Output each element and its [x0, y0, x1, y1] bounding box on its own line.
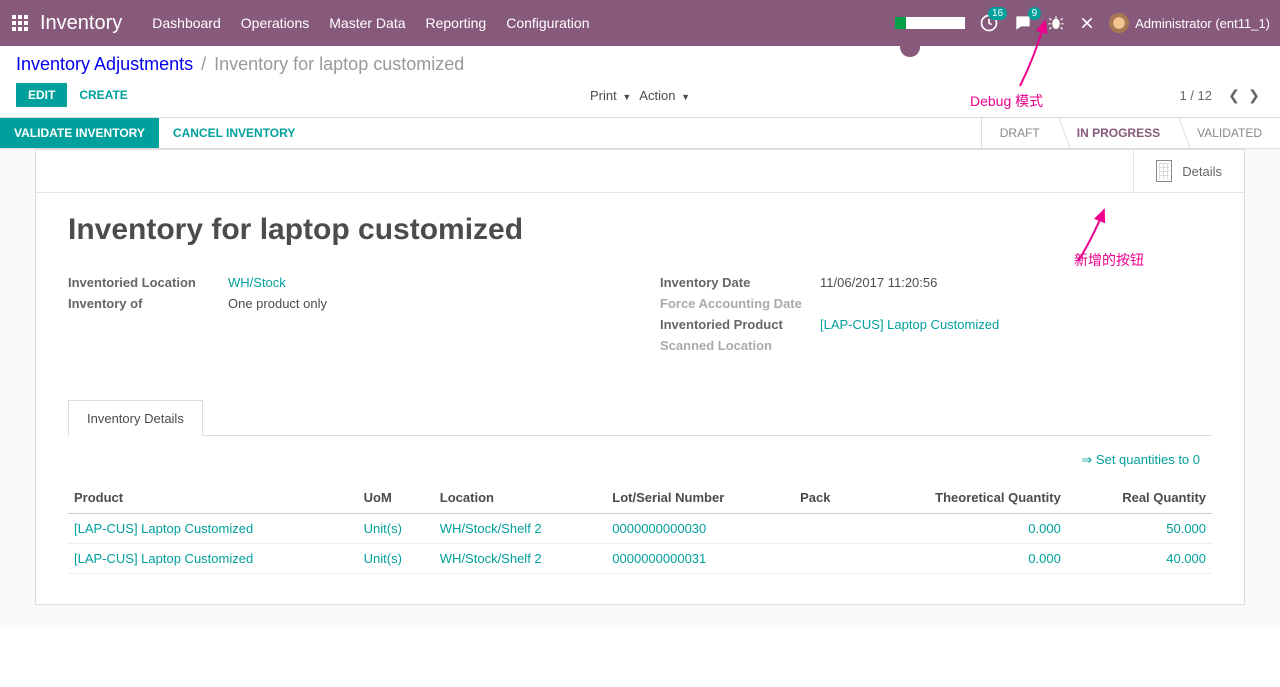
- tabs: Inventory Details ⇒ Set quantities to 0 …: [68, 399, 1212, 574]
- user-menu[interactable]: Administrator (ent11_1): [1109, 13, 1270, 33]
- cell-product[interactable]: [LAP-CUS] Laptop Customized: [68, 544, 358, 574]
- breadcrumb: Inventory Adjustments / Inventory for la…: [16, 54, 1264, 75]
- label-scanned: Scanned Location: [660, 338, 820, 353]
- details-button[interactable]: Details: [1133, 150, 1244, 192]
- messages-badge: 9: [1028, 7, 1042, 20]
- col-pack[interactable]: Pack: [794, 482, 858, 514]
- col-lot[interactable]: Lot/Serial Number: [606, 482, 794, 514]
- progress-bar[interactable]: [895, 17, 965, 29]
- stage-in-progress[interactable]: IN PROGRESS: [1058, 118, 1178, 148]
- breadcrumb-current: Inventory for laptop customized: [214, 54, 464, 75]
- pager-nav: ❮ ❯: [1224, 83, 1264, 107]
- label-inventory-of: Inventory of: [68, 296, 228, 311]
- label-force-date: Force Accounting Date: [660, 296, 820, 311]
- value-date: 11/06/2017 11:20:56: [820, 275, 937, 290]
- tab-inventory-details[interactable]: Inventory Details: [68, 400, 203, 436]
- cell-pack: [794, 544, 858, 574]
- print-dropdown[interactable]: Print ▼: [590, 88, 631, 103]
- app-name[interactable]: Inventory: [40, 12, 122, 35]
- value-inventory-of: One product only: [228, 296, 327, 311]
- activities-badge: 16: [988, 7, 1007, 20]
- sheet-background: Details 新增的按钮 Inventory for laptop custo…: [0, 149, 1280, 625]
- nav-right: 16 9 Administrator (ent11_1): [895, 13, 1270, 33]
- messages-icon[interactable]: 9: [1013, 13, 1033, 33]
- cell-theoretical: 0.000: [858, 514, 1067, 544]
- value-product[interactable]: [LAP-CUS] Laptop Customized: [820, 317, 999, 332]
- page-title: Inventory for laptop customized: [68, 213, 1212, 247]
- col-location[interactable]: Location: [434, 482, 607, 514]
- col-real[interactable]: Real Quantity: [1067, 482, 1212, 514]
- cell-pack: [794, 514, 858, 544]
- nav-operations[interactable]: Operations: [241, 15, 309, 31]
- pager-next[interactable]: ❯: [1244, 83, 1264, 107]
- cancel-button[interactable]: CANCEL INVENTORY: [159, 118, 309, 148]
- inventory-lines-table: Product UoM Location Lot/Serial Number P…: [68, 482, 1212, 574]
- create-button[interactable]: CREATE: [67, 83, 139, 107]
- form-sheet: Details 新增的按钮 Inventory for laptop custo…: [35, 149, 1245, 605]
- close-icon[interactable]: [1079, 15, 1095, 31]
- action-dropdown[interactable]: Action ▼: [639, 88, 690, 103]
- apps-icon[interactable]: [10, 13, 30, 33]
- col-product[interactable]: Product: [68, 482, 358, 514]
- cell-lot[interactable]: 0000000000030: [606, 514, 794, 544]
- label-product: Inventoried Product: [660, 317, 820, 332]
- debug-icon[interactable]: [1047, 14, 1065, 32]
- cell-real[interactable]: 40.000: [1067, 544, 1212, 574]
- breadcrumb-root[interactable]: Inventory Adjustments: [16, 54, 193, 75]
- cell-product[interactable]: [LAP-CUS] Laptop Customized: [68, 514, 358, 544]
- user-name: Administrator (ent11_1): [1135, 16, 1270, 31]
- nav-configuration[interactable]: Configuration: [506, 15, 589, 31]
- status-stages: DRAFT IN PROGRESS VALIDATED: [981, 118, 1280, 148]
- cell-theoretical: 0.000: [858, 544, 1067, 574]
- cell-location[interactable]: WH/Stock/Shelf 2: [434, 514, 607, 544]
- edit-button[interactable]: EDIT: [16, 83, 67, 107]
- statusbar: VALIDATE INVENTORY CANCEL INVENTORY DRAF…: [0, 117, 1280, 149]
- pager-text: 1 / 12: [1179, 88, 1212, 103]
- cell-location[interactable]: WH/Stock/Shelf 2: [434, 544, 607, 574]
- cell-uom[interactable]: Unit(s): [358, 544, 434, 574]
- cell-real[interactable]: 50.000: [1067, 514, 1212, 544]
- details-icon: [1156, 160, 1172, 182]
- table-row[interactable]: [LAP-CUS] Laptop CustomizedUnit(s)WH/Sto…: [68, 514, 1212, 544]
- label-location: Inventoried Location: [68, 275, 228, 290]
- nav-reporting[interactable]: Reporting: [426, 15, 487, 31]
- cell-lot[interactable]: 0000000000031: [606, 544, 794, 574]
- col-uom[interactable]: UoM: [358, 482, 434, 514]
- tour-dot: [900, 37, 920, 57]
- fields-grid: Inventoried LocationWH/Stock Inventory o…: [68, 275, 1212, 359]
- breadcrumb-sep: /: [201, 54, 206, 75]
- avatar: [1109, 13, 1129, 33]
- validate-button[interactable]: VALIDATE INVENTORY: [0, 118, 159, 148]
- nav-dashboard[interactable]: Dashboard: [152, 15, 221, 31]
- nav-menu: Dashboard Operations Master Data Reporti…: [152, 15, 589, 31]
- stage-validated[interactable]: VALIDATED: [1178, 118, 1280, 148]
- pager-prev[interactable]: ❮: [1224, 83, 1244, 107]
- top-nav: Inventory Dashboard Operations Master Da…: [0, 0, 1280, 46]
- activities-icon[interactable]: 16: [979, 13, 999, 33]
- table-row[interactable]: [LAP-CUS] Laptop CustomizedUnit(s)WH/Sto…: [68, 544, 1212, 574]
- col-theoretical[interactable]: Theoretical Quantity: [858, 482, 1067, 514]
- cell-uom[interactable]: Unit(s): [358, 514, 434, 544]
- control-panel: Inventory Adjustments / Inventory for la…: [0, 46, 1280, 107]
- stage-draft[interactable]: DRAFT: [981, 118, 1058, 148]
- button-box: Details: [36, 150, 1244, 193]
- label-date: Inventory Date: [660, 275, 820, 290]
- nav-master-data[interactable]: Master Data: [329, 15, 405, 31]
- value-location[interactable]: WH/Stock: [228, 275, 286, 290]
- set-quantities-link[interactable]: ⇒ Set quantities to 0: [1081, 452, 1200, 467]
